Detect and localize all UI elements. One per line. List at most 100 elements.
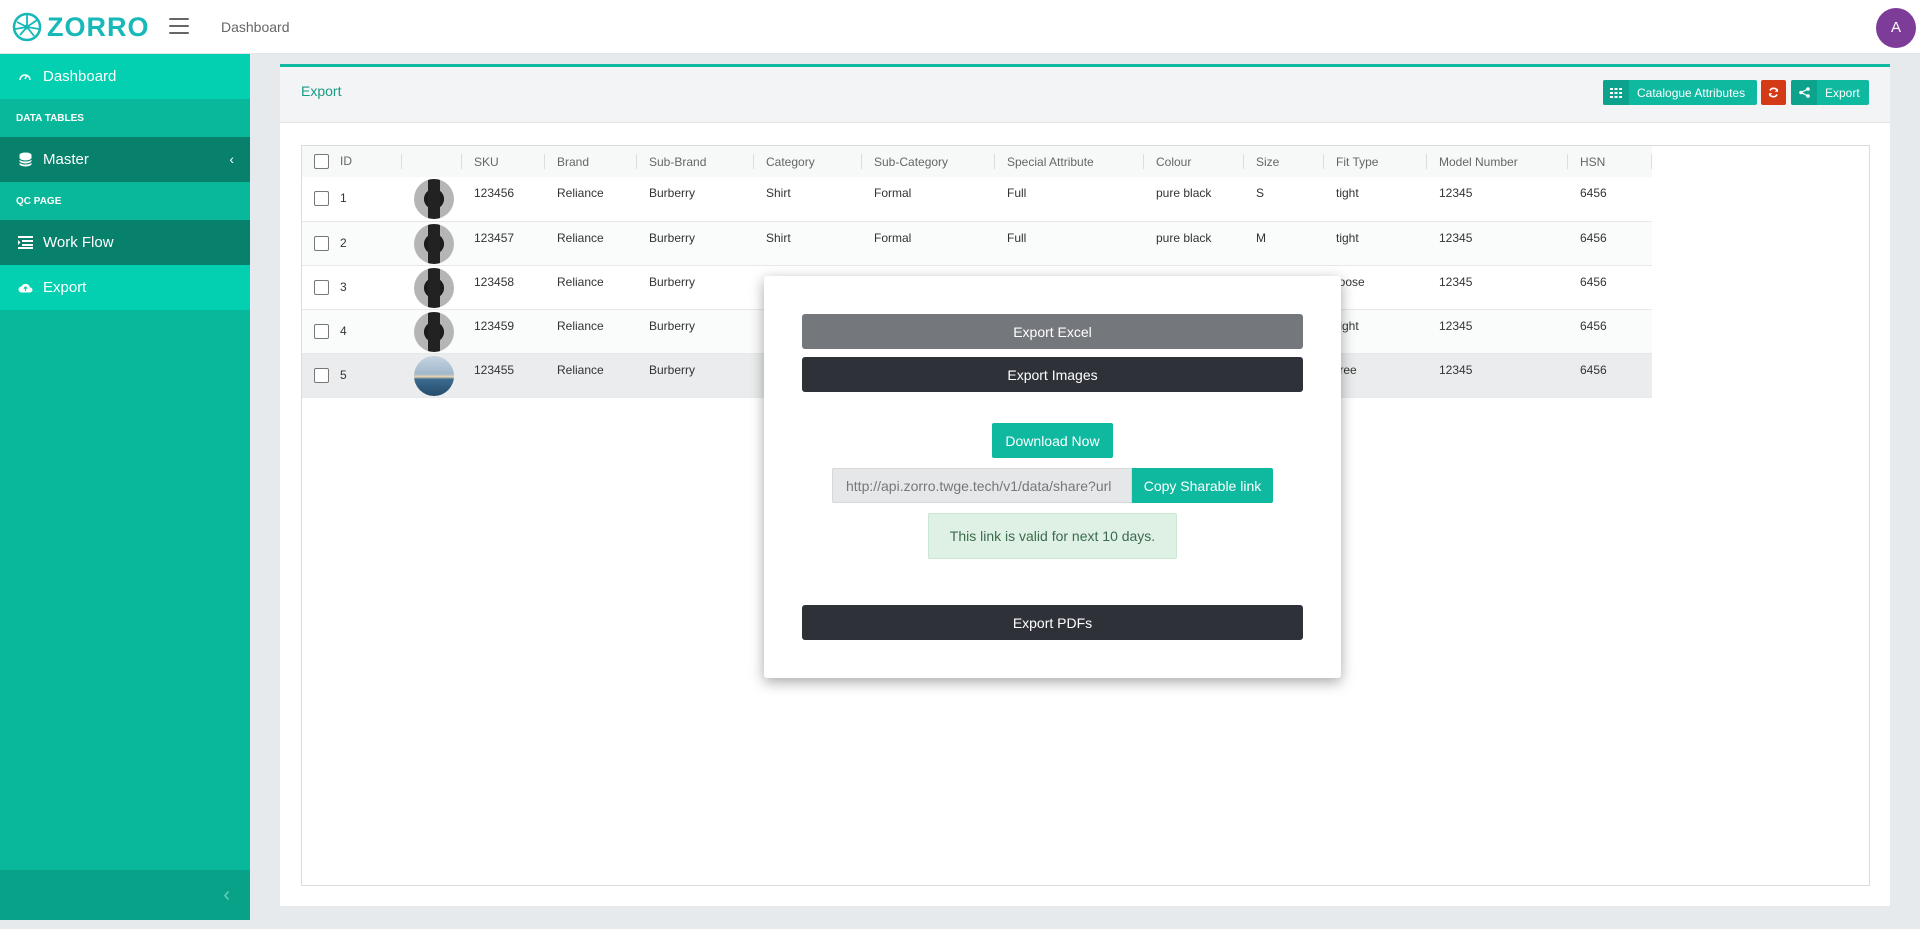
product-thumbnail[interactable] (414, 311, 454, 352)
sidebar-item-label: Work Flow (43, 234, 114, 251)
cell-special-attribute: Full (1007, 186, 1027, 200)
list-icon (17, 235, 33, 251)
product-thumbnail[interactable] (414, 223, 454, 264)
cell-id: 1 (340, 191, 347, 205)
cell-sku: 123457 (474, 230, 515, 245)
cell-model-number: 12345 (1439, 274, 1473, 289)
cell-fit-type: tight (1336, 230, 1359, 245)
row-checkbox[interactable] (314, 191, 329, 207)
cell-sub-brand: Burberry (649, 274, 696, 289)
column-header-fit-type[interactable]: Fit Type (1324, 146, 1427, 177)
breadcrumb[interactable]: Dashboard (221, 19, 290, 35)
chevron-left-icon: ‹ (229, 151, 234, 167)
refresh-button[interactable] (1761, 80, 1786, 105)
sidebar-footer: ‹ (0, 870, 250, 920)
cell-model-number: 12345 (1439, 318, 1473, 333)
sidebar-item-export[interactable]: Export (0, 265, 250, 310)
cell-sku: 123455 (474, 362, 515, 377)
download-now-button[interactable]: Download Now (992, 423, 1113, 458)
table-row[interactable]: 2 123457 Reliance Burberry Shirt Formal … (302, 221, 1652, 265)
row-checkbox[interactable] (314, 235, 329, 251)
catalogue-attributes-button[interactable]: Catalogue Attributes (1603, 80, 1757, 105)
export-label: Export (1825, 85, 1860, 100)
cell-size: M (1256, 230, 1266, 245)
cell-model-number: 12345 (1439, 186, 1473, 200)
column-header-special-attribute[interactable]: Special Attribute (995, 146, 1144, 177)
sidebar: Dashboard DATA TABLES Master ‹ QC PAGE W… (0, 54, 250, 920)
cell-sub-brand: Burberry (649, 362, 696, 377)
export-button[interactable]: Export (1791, 80, 1869, 105)
column-header-hsn[interactable]: HSN (1568, 146, 1652, 177)
column-header-brand[interactable]: Brand (545, 146, 637, 177)
cell-sku: 123458 (474, 274, 515, 289)
sidebar-item-work-flow[interactable]: Work Flow (0, 220, 250, 265)
cell-id: 3 (340, 279, 347, 294)
cell-model-number: 12345 (1439, 230, 1473, 245)
column-header-id[interactable]: ID (302, 146, 402, 177)
column-header-sku[interactable]: SKU (462, 146, 545, 177)
sidebar-section-data-tables: DATA TABLES (0, 99, 250, 137)
cell-colour: pure black (1156, 186, 1212, 200)
column-header-image (402, 146, 462, 177)
refresh-icon (1768, 87, 1779, 98)
export-images-button[interactable]: Export Images (802, 357, 1303, 392)
menu-toggle-icon[interactable] (169, 18, 189, 34)
cell-brand: Reliance (557, 186, 604, 200)
sidebar-item-label: Master (43, 151, 89, 168)
cell-model-number: 12345 (1439, 362, 1473, 377)
sidebar-item-master[interactable]: Master ‹ (0, 137, 250, 182)
cell-size: S (1256, 186, 1265, 200)
cell-brand: Reliance (557, 362, 604, 377)
cell-category: Shirt (766, 186, 791, 200)
select-all-checkbox[interactable] (314, 154, 329, 170)
sidebar-section-qc-page: QC PAGE (0, 182, 250, 220)
logo-globe-icon (12, 12, 42, 42)
sidebar-item-label: Dashboard (43, 68, 117, 85)
cell-fit-type: tight (1336, 186, 1359, 200)
cell-hsn: 6456 (1580, 362, 1607, 377)
cell-id: 4 (340, 323, 347, 338)
column-header-model-number[interactable]: Model Number (1427, 146, 1568, 177)
cell-sub-category: Formal (874, 186, 912, 200)
catalogue-attributes-label: Catalogue Attributes (1637, 85, 1746, 100)
cell-brand: Reliance (557, 230, 604, 245)
share-link-input[interactable] (832, 468, 1132, 503)
top-bar: ZORRO Dashboard A (0, 0, 1920, 54)
collapse-sidebar-icon[interactable]: ‹ (223, 884, 230, 907)
row-checkbox[interactable] (314, 279, 329, 295)
column-header-sub-brand[interactable]: Sub-Brand (637, 146, 754, 177)
row-checkbox[interactable] (314, 367, 329, 383)
copy-sharable-link-button[interactable]: Copy Sharable link (1132, 468, 1273, 503)
cell-hsn: 6456 (1580, 274, 1607, 289)
avatar[interactable]: A (1876, 8, 1916, 48)
column-header-sub-category[interactable]: Sub-Category (862, 146, 995, 177)
sidebar-item-dashboard[interactable]: Dashboard (0, 54, 250, 99)
export-pdfs-button[interactable]: Export PDFs (802, 605, 1303, 640)
product-thumbnail[interactable] (414, 179, 454, 219)
product-thumbnail[interactable] (414, 267, 454, 308)
cell-special-attribute: Full (1007, 230, 1027, 245)
table-row[interactable]: 1 123456 Reliance Burberry Shirt Formal … (302, 177, 1652, 221)
logo[interactable]: ZORRO (12, 12, 150, 42)
cell-sku: 123456 (474, 186, 515, 200)
sidebar-item-label: Export (43, 279, 87, 296)
column-header-size[interactable]: Size (1244, 146, 1324, 177)
export-excel-button[interactable]: Export Excel (802, 314, 1303, 349)
column-header-category[interactable]: Category (754, 146, 862, 177)
panel-header: Export Catalogue Attributes Export (280, 67, 1890, 123)
database-icon (17, 152, 33, 168)
cell-sub-brand: Burberry (649, 186, 696, 200)
product-thumbnail[interactable] (414, 355, 454, 396)
panel-title: Export (301, 83, 342, 99)
row-checkbox[interactable] (314, 323, 329, 339)
cell-hsn: 6456 (1580, 230, 1607, 245)
cell-sub-brand: Burberry (649, 230, 696, 245)
cell-hsn: 6456 (1580, 318, 1607, 333)
gauge-icon (17, 69, 33, 85)
column-header-colour[interactable]: Colour (1144, 146, 1244, 177)
link-validity-note: This link is valid for next 10 days. (928, 513, 1177, 559)
brand-name: ZORRO (47, 12, 150, 42)
share-icon (1791, 80, 1817, 105)
cell-colour: pure black (1156, 230, 1212, 245)
table-header-row: ID SKU Brand Sub-Brand Category Sub-Cate… (302, 146, 1652, 177)
